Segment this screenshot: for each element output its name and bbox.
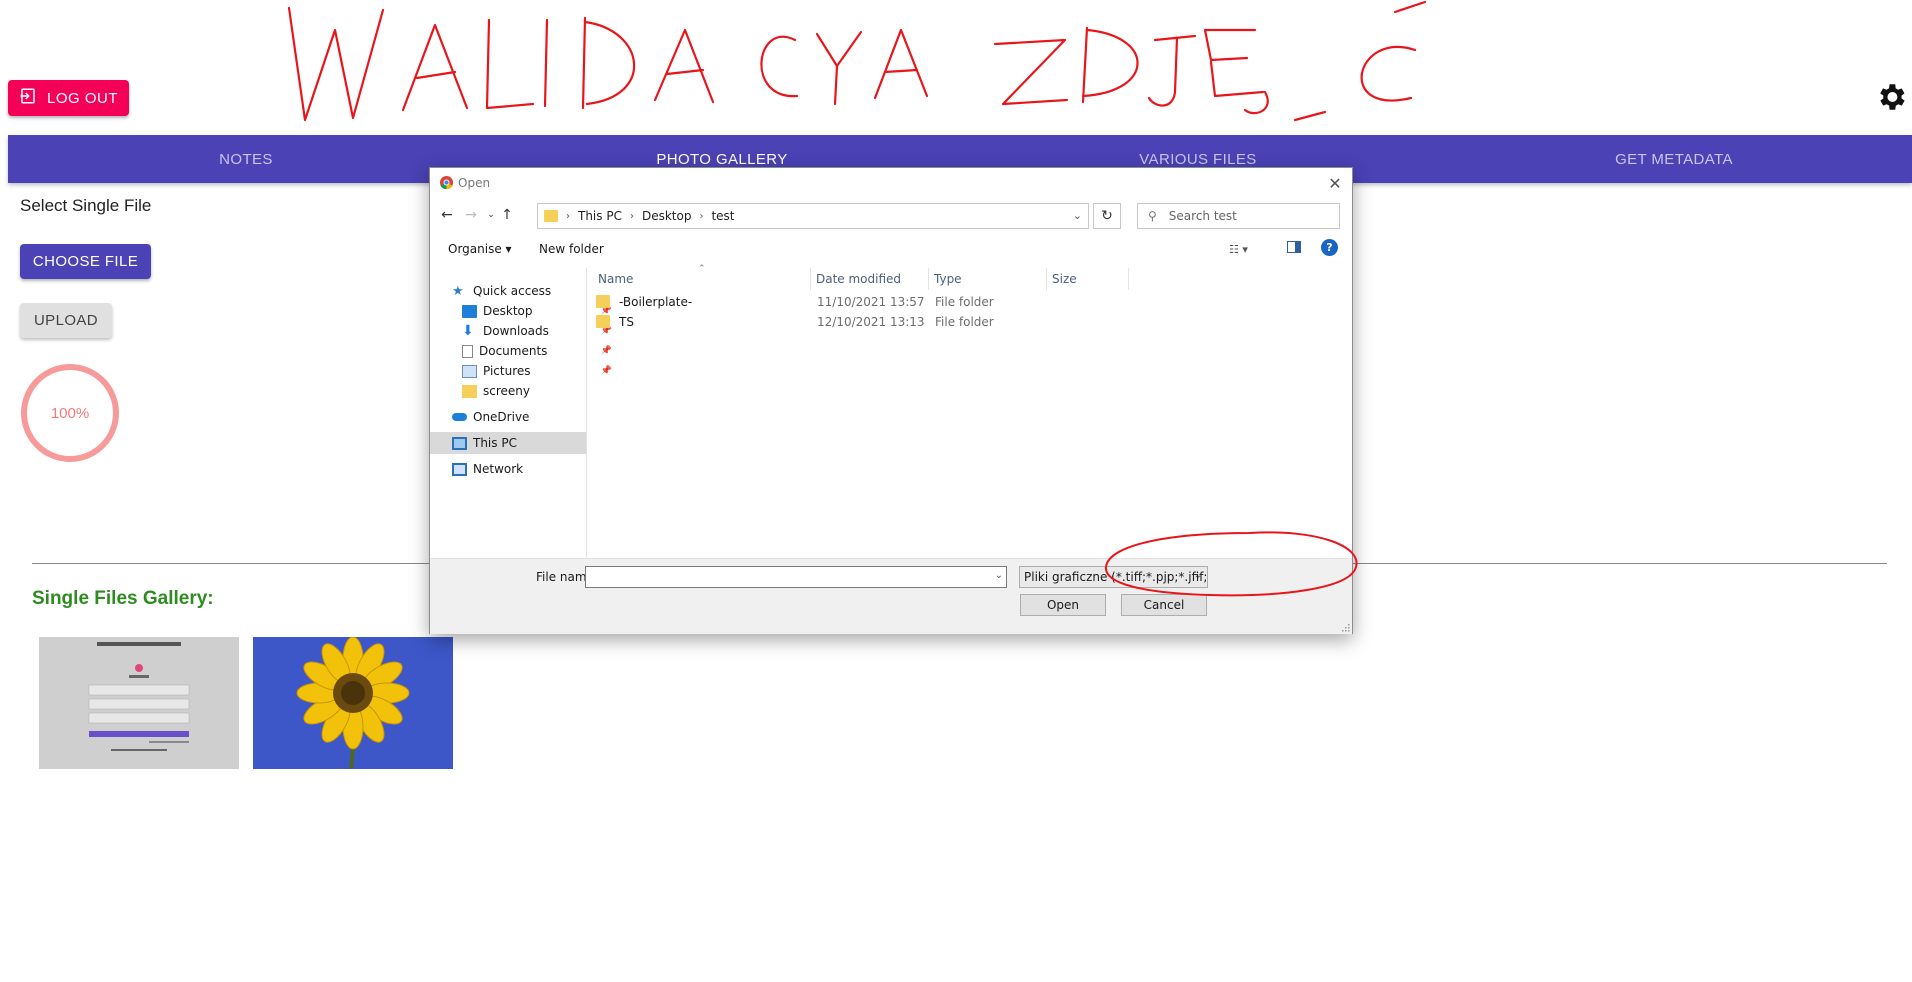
gallery-title: Single Files Gallery: [32, 588, 214, 609]
network-icon [452, 462, 467, 476]
up-arrow-icon[interactable]: ↑ [496, 204, 518, 226]
search-placeholder: Search test [1168, 209, 1237, 223]
preview-pane-icon[interactable] [1287, 241, 1301, 253]
nav-item-this-pc[interactable]: This PC [430, 432, 586, 454]
view-options-icon[interactable]: ☷ ▾ [1229, 240, 1265, 258]
resize-grip-icon[interactable] [1342, 624, 1350, 632]
file-row[interactable]: TS 12/10/2021 13:13 File folder [587, 312, 1351, 332]
navigation-pane: ★ Quick access Desktop 📌 ⬇ Downloads 📌 Doc… [430, 268, 612, 558]
search-input[interactable]: ⚲ Search test [1137, 203, 1340, 229]
tab-notes[interactable]: NOTES [8, 135, 484, 183]
dialog-toolbar: Organise ▾ New folder ☷ ▾ ? [430, 234, 1352, 264]
document-icon [462, 344, 473, 358]
column-header-type[interactable]: Type [929, 268, 1047, 290]
column-header-date-modified[interactable]: Date modified [811, 268, 929, 290]
select-single-file-label: Select Single File [20, 196, 152, 215]
gallery-thumbnail-sunflower[interactable] [253, 637, 453, 769]
gear-icon[interactable] [1874, 80, 1908, 114]
chevron-right-icon: › [566, 210, 570, 222]
file-name: TS [619, 315, 634, 329]
open-button[interactable]: Open [1020, 594, 1106, 616]
pictures-icon [462, 364, 477, 378]
breadcrumb-this-pc[interactable]: This PC [578, 209, 622, 223]
chevron-down-icon[interactable]: ⌄ [995, 570, 1003, 581]
computer-icon [452, 436, 467, 450]
back-arrow-icon[interactable]: ← [436, 204, 458, 226]
organise-menu[interactable]: Organise ▾ [448, 242, 512, 256]
folder-icon [544, 210, 558, 222]
handwritten-title-drawing [287, 0, 1427, 122]
file-type: File folder [935, 315, 994, 329]
help-icon[interactable]: ? [1321, 239, 1338, 256]
logout-label: LOG OUT [46, 89, 118, 107]
chevron-right-icon: › [629, 210, 634, 222]
dialog-title: Open [458, 176, 491, 190]
file-date: 12/10/2021 13:13 [817, 315, 925, 329]
gallery-thumbnail-signup-screenshot[interactable] [39, 637, 239, 769]
file-type: File folder [935, 295, 994, 309]
file-name: -Boilerplate- [619, 295, 693, 309]
file-name-input[interactable]: ⌄ [585, 566, 1007, 588]
upload-button[interactable]: UPLOAD [20, 303, 112, 338]
logout-button[interactable]: LOG OUT [8, 80, 129, 116]
address-bar[interactable]: › This PC › Desktop › test ⌄ [537, 203, 1089, 229]
dialog-titlebar[interactable]: Open ✕ [430, 168, 1352, 198]
upload-progress-circle: 100% [20, 363, 120, 463]
cloud-icon [452, 413, 467, 421]
address-row: ← → ⌄ ↑ › This PC › Desktop › test ⌄ ↻ ⚲… [430, 200, 1352, 230]
red-annotation-ellipse [1104, 531, 1358, 597]
choose-file-button[interactable]: CHOOSE FILE [20, 244, 151, 279]
forward-arrow-icon[interactable]: → [460, 204, 482, 226]
new-folder-button[interactable]: New folder [539, 242, 604, 256]
chevron-down-icon[interactable]: ⌄ [1073, 209, 1082, 222]
logout-icon [19, 87, 37, 109]
nav-item-onedrive[interactable]: OneDrive [430, 406, 608, 428]
file-row[interactable]: -Boilerplate- 11/10/2021 13:57 File fold… [587, 292, 1351, 312]
search-icon: ⚲ [1148, 209, 1157, 223]
folder-icon [596, 295, 610, 308]
file-list: ⌃ Name Date modified Type Size -Boilerpl… [587, 264, 1351, 558]
breadcrumb-test[interactable]: test [711, 209, 734, 223]
desktop-icon [462, 304, 477, 318]
tab-get-metadata[interactable]: GET METADATA [1436, 135, 1912, 183]
nav-item-quick-access[interactable]: ★ Quick access [430, 280, 608, 302]
folder-icon [462, 384, 477, 398]
star-icon: ★ [452, 283, 464, 299]
chevron-right-icon: › [699, 210, 704, 222]
column-header-size[interactable]: Size [1047, 268, 1129, 290]
breadcrumb-desktop[interactable]: Desktop [642, 209, 692, 223]
file-date: 11/10/2021 13:57 [817, 295, 925, 309]
column-header-name[interactable]: Name [587, 268, 811, 290]
chrome-icon [439, 175, 454, 190]
download-icon: ⬇ [462, 322, 474, 339]
folder-icon [596, 315, 610, 328]
progress-text: 100% [51, 405, 89, 422]
nav-item-network[interactable]: Network [430, 458, 608, 480]
close-icon[interactable]: ✕ [1324, 172, 1346, 194]
refresh-icon[interactable]: ↻ [1093, 203, 1121, 229]
